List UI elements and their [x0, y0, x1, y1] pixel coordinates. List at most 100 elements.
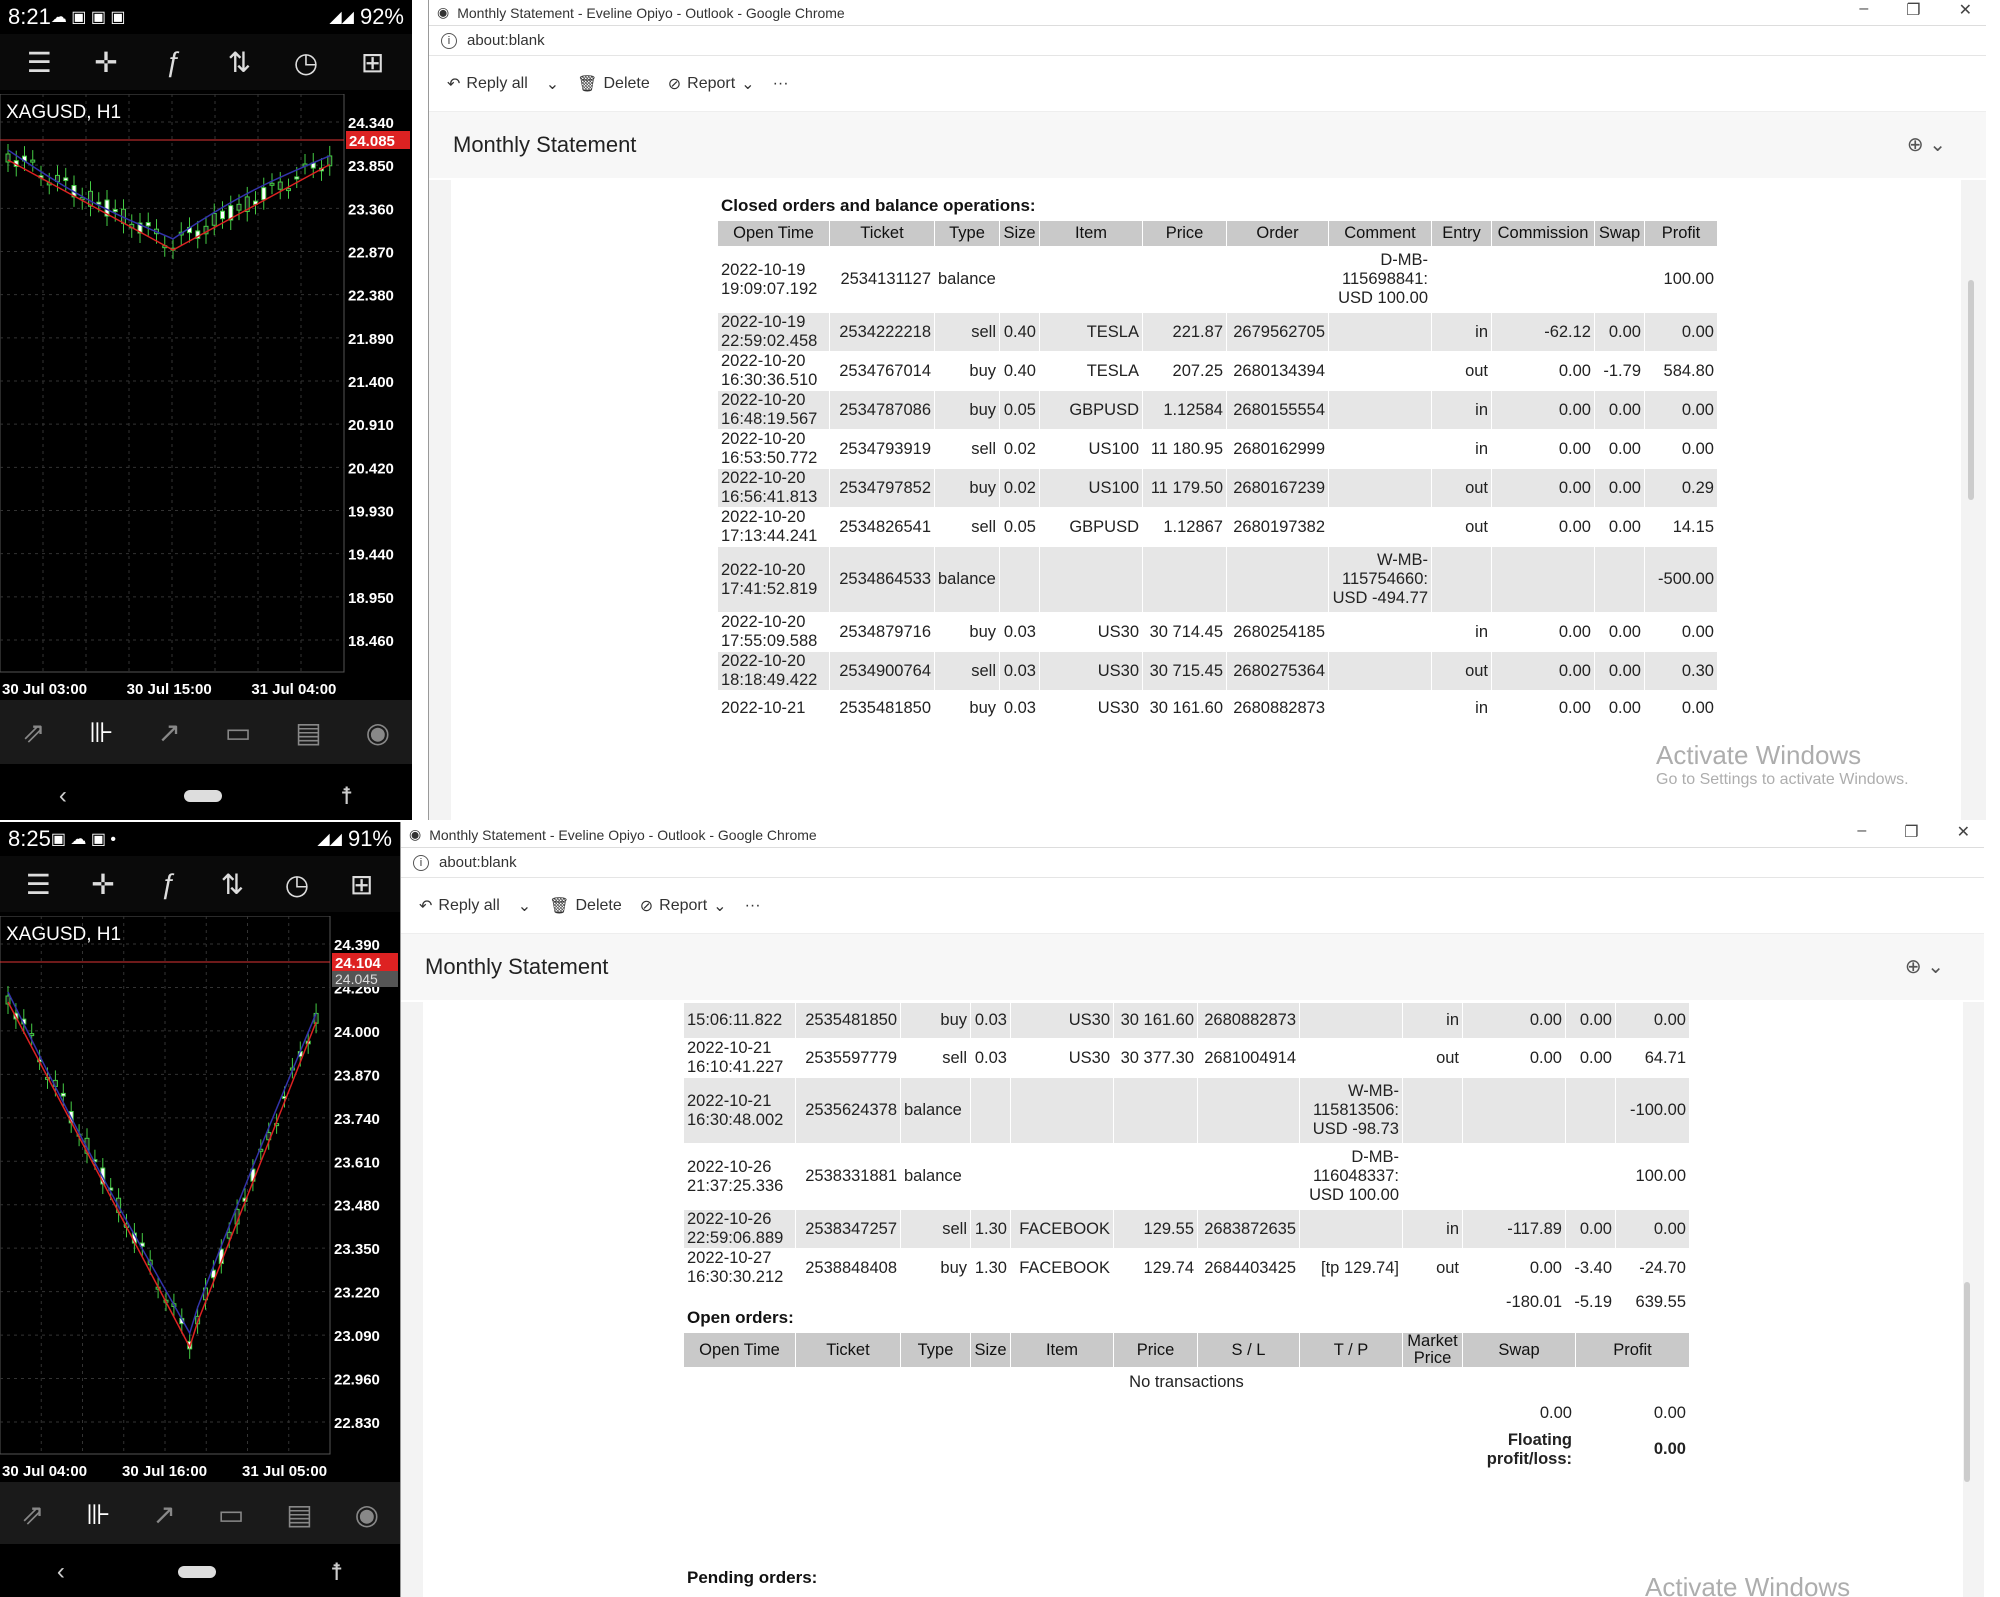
zoom-icon[interactable]: ⊕ ⌄	[1905, 954, 1944, 979]
type-cell: buy	[900, 1002, 971, 1039]
table-row: 2022-10-26 22:59:06.889 2538347257 sell 1.3…	[683, 1209, 1690, 1249]
reply-all-label: Reply all	[438, 896, 500, 914]
trade-tab-icon[interactable]: ↗	[153, 1498, 176, 1531]
zoom-icon[interactable]: ⊕ ⌄	[1907, 132, 1946, 157]
new-order-icon[interactable]: ⊞	[342, 868, 382, 901]
reply-all-button[interactable]: ↶ Reply all	[419, 896, 500, 916]
accessibility-icon[interactable]: ☨	[330, 1558, 343, 1587]
item-cell: US30	[1010, 1038, 1114, 1078]
crosshair-icon[interactable]: ✛	[86, 46, 126, 79]
chart-icon[interactable]: ⊪	[89, 716, 113, 749]
column-header: Size	[999, 220, 1040, 247]
history-icon[interactable]: ▭	[225, 716, 251, 749]
comment-cell	[1328, 612, 1432, 652]
price-level-label: 20.910	[348, 417, 394, 434]
open-time-cell: 2022-10-20 18:18:49.422	[717, 651, 830, 691]
delete-button[interactable]: 🗑 Delete	[549, 896, 622, 916]
quotes-icon[interactable]: ⇗	[21, 1498, 44, 1531]
minimize-icon[interactable]: –	[1857, 822, 1866, 842]
chart-symbol: XAGUSD, H1	[6, 924, 122, 945]
entry-cell: out	[1431, 351, 1492, 391]
close-icon[interactable]: ✕	[1957, 822, 1970, 842]
url-text: about:blank	[467, 32, 545, 49]
price-chart[interactable]: 24.340 23.850 23.360 22.870 22.380 21.890 21.4…	[0, 94, 412, 694]
trash-icon: 🗑	[549, 897, 570, 915]
menu-icon[interactable]: ☰	[19, 46, 59, 79]
order-cell: 2680167239	[1226, 468, 1329, 508]
home-button[interactable]	[178, 1566, 217, 1578]
trade-icon[interactable]: ⇅	[212, 868, 252, 901]
home-button[interactable]	[184, 790, 223, 802]
new-order-icon[interactable]: ⊞	[353, 46, 393, 79]
chevron-down-icon[interactable]: ⌄	[546, 74, 559, 94]
clock-icon[interactable]: ◷	[286, 46, 326, 79]
restore-icon[interactable]: ❐	[1904, 822, 1918, 842]
price-cell	[1113, 1077, 1198, 1144]
email-subject: Monthly Statement	[425, 954, 609, 979]
delete-button[interactable]: 🗑 Delete	[577, 74, 650, 94]
more-actions-button[interactable]: ···	[773, 75, 789, 93]
commission-cell: 0.00	[1462, 1248, 1566, 1288]
messages-icon[interactable]: ◉	[366, 716, 390, 749]
accessibility-icon[interactable]: ☨	[340, 782, 353, 811]
info-icon[interactable]: i	[441, 32, 457, 49]
item-cell: FACEBOOK	[1010, 1209, 1114, 1249]
vertical-scrollbar[interactable]	[1968, 280, 1974, 500]
close-icon[interactable]: ✕	[1959, 0, 1972, 20]
chart-icon[interactable]: ⊪	[86, 1498, 110, 1531]
menu-icon[interactable]: ☰	[18, 868, 58, 901]
comment-cell	[1328, 468, 1432, 508]
report-button[interactable]: ⊘ Report ⌄	[668, 74, 755, 94]
open-time-cell: 2022-10-26 22:59:06.889	[683, 1209, 796, 1249]
commission-cell	[1462, 1077, 1566, 1144]
trade-icon[interactable]: ⇅	[219, 46, 259, 79]
open-time-cell: 2022-10-21 16:30:48.002	[683, 1077, 796, 1144]
status-time: 8:25	[8, 826, 51, 851]
vertical-scrollbar[interactable]	[1964, 1282, 1970, 1482]
price-cell: 30 715.45	[1142, 651, 1227, 691]
activate-windows-notice: Activate Windows Go to Settings to activa…	[1656, 740, 1909, 789]
address-bar[interactable]: i about:blank	[429, 26, 1986, 56]
restore-icon[interactable]: ❐	[1906, 0, 1920, 20]
size-cell	[970, 1143, 1011, 1210]
messages-icon[interactable]: ◉	[355, 1498, 379, 1531]
profit-cell: 0.00	[1644, 429, 1718, 469]
price-cell: 30 714.45	[1142, 612, 1227, 652]
ticket-cell: 2534864533	[829, 546, 935, 613]
crosshair-icon[interactable]: ✛	[83, 868, 123, 901]
order-cell: 2680254185	[1226, 612, 1329, 652]
more-actions-button[interactable]: ···	[745, 897, 761, 915]
column-header: Ticket	[829, 220, 935, 247]
minimize-icon[interactable]: –	[1859, 0, 1868, 20]
column-header: Profit	[1575, 1332, 1690, 1368]
open-orders-table: Open Time Ticket Type Size Item Price S / LT /…	[683, 1332, 1690, 1470]
news-icon[interactable]: ▤	[295, 716, 321, 749]
indicator-icon[interactable]: ƒ	[153, 46, 193, 78]
trade-tab-icon[interactable]: ↗	[158, 716, 181, 749]
report-button[interactable]: ⊘ Report ⌄	[640, 896, 727, 916]
indicator-icon[interactable]: ƒ	[148, 868, 188, 900]
comment-cell: D-MB-115698841: USD 100.00	[1328, 246, 1432, 313]
swap-cell: 0.00	[1565, 1038, 1616, 1078]
info-icon[interactable]: i	[413, 854, 429, 871]
bid-price-label: 24.045	[335, 971, 378, 987]
chart-toolbar: ☰ ✛ ƒ ⇅ ◷ ⊞	[0, 34, 412, 90]
price-level-label: 20.420	[348, 460, 394, 477]
address-bar[interactable]: i about:blank	[401, 848, 1984, 878]
order-cell: 2680275364	[1226, 651, 1329, 691]
open-time-cell: 2022-10-19 22:59:02.458	[717, 312, 830, 352]
price-chart[interactable]: 24.390 24.260 24.000 23.870 23.740 23.610 23.4…	[0, 916, 400, 1476]
open-time-cell: 2022-10-27 16:30:30.212	[683, 1248, 796, 1288]
news-icon[interactable]: ▤	[286, 1498, 312, 1531]
back-icon[interactable]: ‹	[59, 782, 67, 810]
status-time: 8:21	[8, 4, 51, 29]
reply-all-button[interactable]: ↶ Reply all	[447, 74, 528, 94]
order-cell	[1226, 546, 1329, 613]
clock-icon[interactable]: ◷	[277, 868, 317, 901]
chevron-down-icon[interactable]: ⌄	[518, 896, 531, 916]
battery-level: 92%	[359, 4, 404, 29]
history-icon[interactable]: ▭	[218, 1498, 244, 1531]
quotes-icon[interactable]: ⇗	[22, 716, 45, 749]
back-icon[interactable]: ‹	[57, 1558, 65, 1586]
swap-cell: 0.00	[1594, 690, 1645, 727]
